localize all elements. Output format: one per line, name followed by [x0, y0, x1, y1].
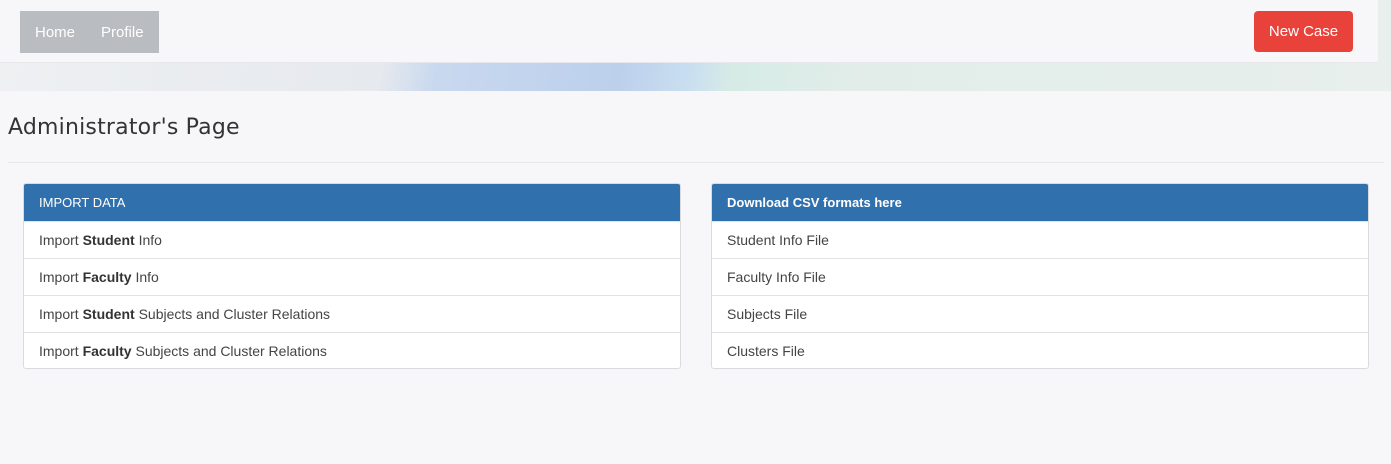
- item-prefix: Import: [39, 343, 83, 359]
- import-data-panel: IMPORT DATA Import Student Info Import F…: [23, 183, 681, 369]
- item-prefix: Import: [39, 306, 83, 322]
- item-emphasis: Student: [82, 232, 135, 248]
- item-suffix: Info: [134, 232, 162, 248]
- new-case-button[interactable]: New Case: [1254, 11, 1353, 52]
- import-student-info-item[interactable]: Import Student Info: [24, 221, 680, 258]
- item-prefix: Import: [39, 232, 83, 248]
- import-panel-heading: IMPORT DATA: [24, 184, 680, 221]
- item-suffix: Info: [131, 269, 159, 285]
- nav-links-group: Home Profile: [20, 11, 159, 53]
- import-faculty-info-item[interactable]: Import Faculty Info: [24, 258, 680, 295]
- import-student-subjects-item[interactable]: Import Student Subjects and Cluster Rela…: [24, 295, 680, 332]
- item-emphasis: Faculty: [82, 269, 132, 285]
- title-divider: [8, 162, 1384, 163]
- item-emphasis: Student: [82, 306, 135, 322]
- page-title: Administrator's Page: [8, 115, 240, 140]
- nav-link-home[interactable]: Home: [35, 24, 75, 41]
- subjects-file-link[interactable]: Subjects File: [712, 295, 1368, 332]
- nav-link-profile[interactable]: Profile: [101, 24, 144, 41]
- top-navbar: Home Profile New Case: [0, 0, 1378, 63]
- download-panel-heading: Download CSV formats here: [712, 184, 1368, 221]
- item-prefix: Import: [39, 269, 83, 285]
- import-faculty-subjects-item[interactable]: Import Faculty Subjects and Cluster Rela…: [24, 332, 680, 368]
- item-suffix: Subjects and Cluster Relations: [131, 343, 327, 359]
- faculty-info-file-link[interactable]: Faculty Info File: [712, 258, 1368, 295]
- download-csv-panel: Download CSV formats here Student Info F…: [711, 183, 1369, 369]
- clusters-file-link[interactable]: Clusters File: [712, 332, 1368, 368]
- item-emphasis: Faculty: [82, 343, 132, 359]
- item-suffix: Subjects and Cluster Relations: [134, 306, 331, 322]
- student-info-file-link[interactable]: Student Info File: [712, 221, 1368, 258]
